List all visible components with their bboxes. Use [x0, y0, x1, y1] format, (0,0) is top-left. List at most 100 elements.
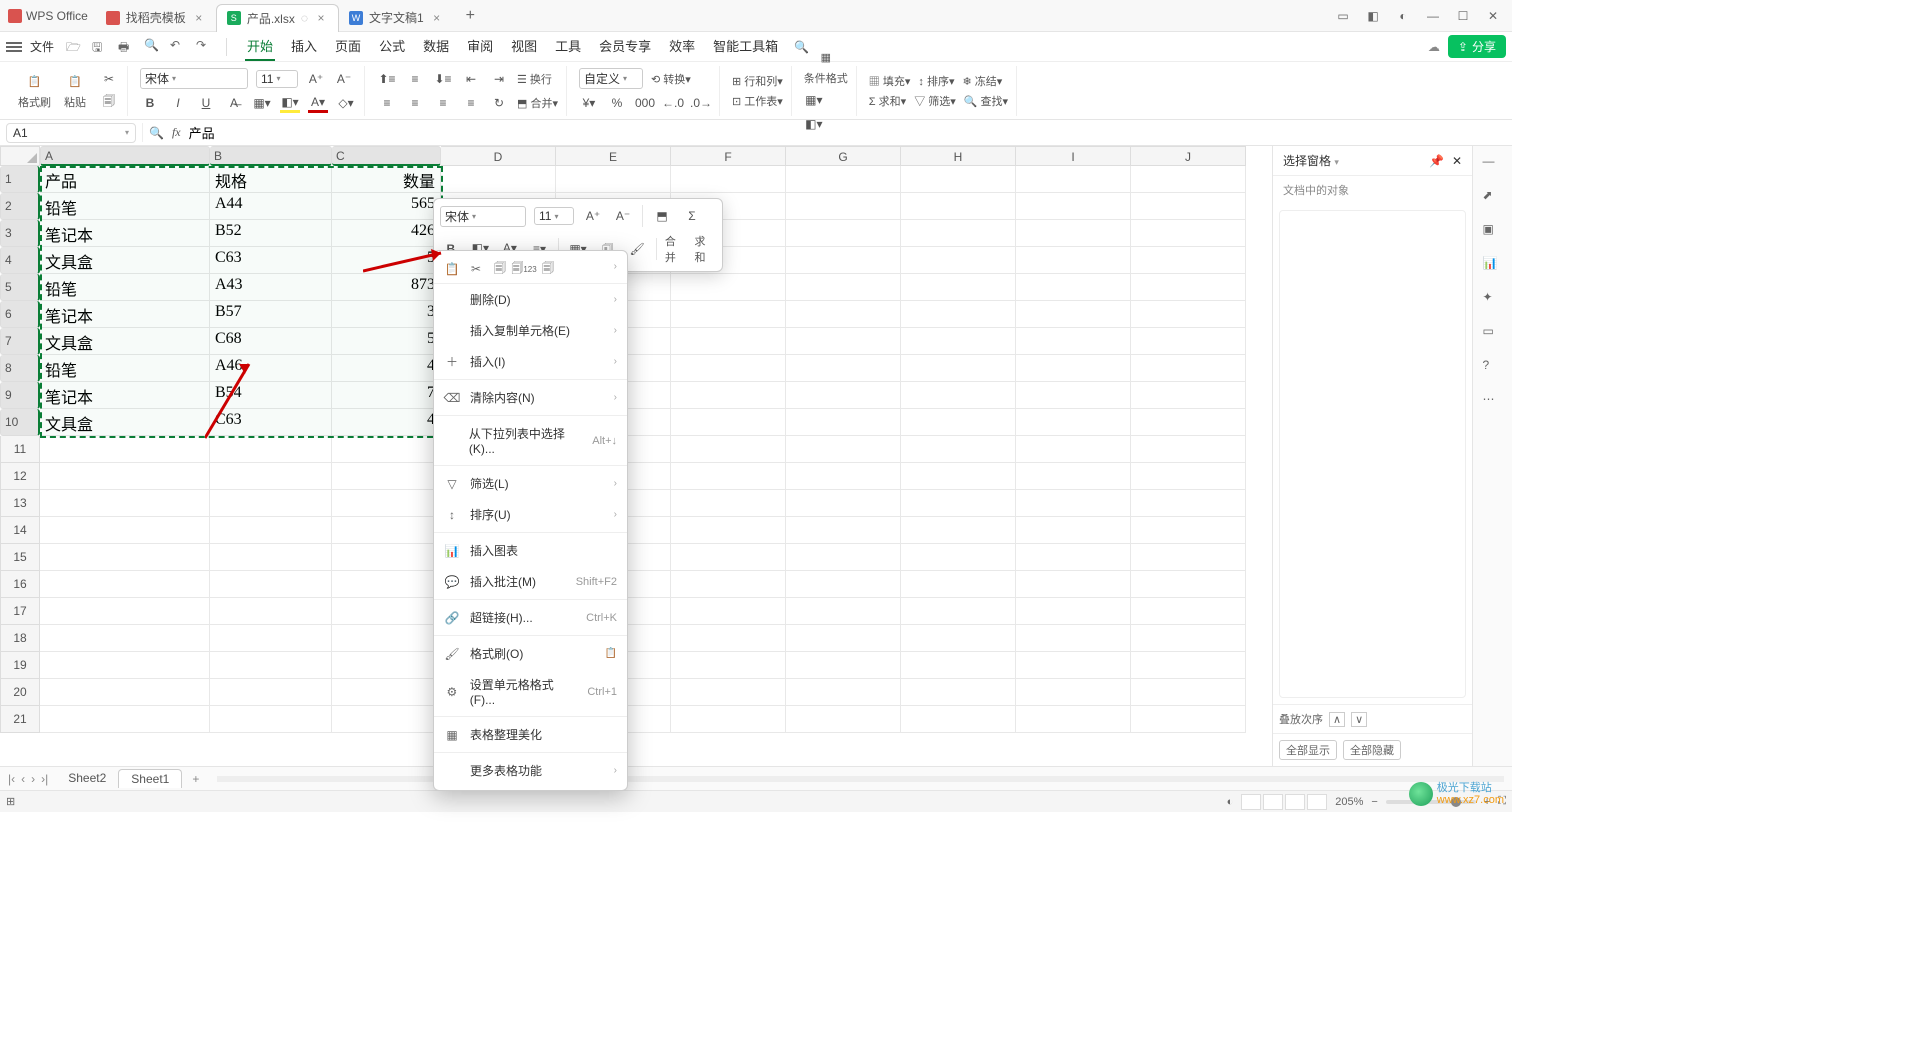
cell[interactable]	[332, 625, 441, 652]
merge-button[interactable]: ⬒ 合并▾	[517, 95, 558, 111]
mini-merge-icon[interactable]: ⬒	[651, 205, 673, 227]
align-justify-icon[interactable]: ≡	[461, 93, 481, 113]
select-tool-icon[interactable]: ⬈	[1483, 188, 1503, 208]
cell[interactable]	[671, 652, 786, 679]
ctx-cut-icon[interactable]: ✂	[468, 261, 484, 277]
ctx-item[interactable]: 更多表格功能›	[434, 755, 627, 786]
cell[interactable]	[40, 544, 210, 571]
cell[interactable]	[1131, 517, 1246, 544]
cell[interactable]	[671, 166, 786, 193]
cell[interactable]: C63	[210, 409, 332, 436]
cell[interactable]: 5	[332, 247, 441, 274]
move-up-icon[interactable]: ∧	[1329, 712, 1345, 727]
cell[interactable]	[786, 544, 901, 571]
cell[interactable]: 5	[332, 328, 441, 355]
minimize-button[interactable]: —	[1424, 9, 1442, 23]
menu-公式[interactable]: 公式	[377, 32, 407, 61]
cell[interactable]	[1016, 166, 1131, 193]
select-all-corner[interactable]	[0, 146, 40, 166]
sheet-nav-button[interactable]: |‹	[8, 772, 15, 786]
cell[interactable]	[901, 598, 1016, 625]
copy-icon[interactable]: 🗐	[99, 93, 119, 113]
cell[interactable]	[786, 193, 901, 220]
cell[interactable]: 426	[332, 220, 441, 247]
cell[interactable]	[1016, 463, 1131, 490]
cell[interactable]	[671, 571, 786, 598]
ctx-item[interactable]: 删除(D)›	[434, 284, 627, 315]
cell[interactable]	[671, 463, 786, 490]
cut-icon[interactable]: ✂	[99, 69, 119, 89]
cell[interactable]	[671, 328, 786, 355]
cell[interactable]	[901, 625, 1016, 652]
cell[interactable]	[1131, 706, 1246, 733]
cell[interactable]	[671, 598, 786, 625]
row-header[interactable]: 19	[0, 652, 40, 679]
cell[interactable]	[332, 544, 441, 571]
cell[interactable]	[671, 517, 786, 544]
zoom-out-button[interactable]: −	[1371, 796, 1377, 808]
ctx-item[interactable]: ▽筛选(L)›	[434, 468, 627, 499]
menu-插入[interactable]: 插入	[289, 32, 319, 61]
currency-icon[interactable]: ¥▾	[579, 93, 599, 113]
cell[interactable]	[1131, 409, 1246, 436]
freeze-button[interactable]: ❄ 冻结▾	[962, 73, 1002, 89]
cell[interactable]	[786, 490, 901, 517]
row-header[interactable]: 4	[0, 247, 40, 274]
row-header[interactable]: 3	[0, 220, 40, 247]
cell[interactable]	[1131, 382, 1246, 409]
mini-dec-font-icon[interactable]: A⁻	[612, 205, 634, 227]
cell[interactable]	[1016, 598, 1131, 625]
menu-智能工具箱[interactable]: 智能工具箱	[711, 32, 780, 61]
cell[interactable]	[40, 517, 210, 544]
cell[interactable]	[786, 301, 901, 328]
cell[interactable]	[1131, 436, 1246, 463]
cell[interactable]	[1016, 544, 1131, 571]
col-header[interactable]: B	[210, 146, 332, 166]
cell[interactable]	[1131, 328, 1246, 355]
sheet-tab[interactable]: Sheet1	[118, 769, 182, 788]
cloud-icon[interactable]: ☁	[1428, 40, 1440, 54]
align-top-icon[interactable]: ⬆≡	[377, 69, 397, 89]
cell[interactable]	[1016, 382, 1131, 409]
cell[interactable]	[1131, 301, 1246, 328]
cell[interactable]	[1016, 274, 1131, 301]
ctx-item[interactable]: 📊插入图表	[434, 535, 627, 566]
new-tab-button[interactable]: +	[454, 7, 487, 25]
font-name-select[interactable]: 宋体▾	[140, 68, 248, 89]
cell-style-icon[interactable]: ◧▾	[804, 114, 824, 134]
cell[interactable]	[671, 679, 786, 706]
number-format-select[interactable]: 自定义▾	[579, 68, 643, 89]
sheet-nav-button[interactable]: ‹	[21, 772, 25, 786]
underline-button[interactable]: U	[196, 93, 216, 113]
worksheet-button[interactable]: ⊡ 工作表▾	[732, 93, 783, 109]
cell[interactable]	[901, 409, 1016, 436]
cell[interactable]	[786, 571, 901, 598]
col-header[interactable]: H	[901, 146, 1016, 166]
col-header[interactable]: G	[786, 146, 901, 166]
cell[interactable]	[786, 382, 901, 409]
mini-brush-button[interactable]: 🖌	[626, 238, 648, 260]
row-header[interactable]: 5	[0, 274, 40, 301]
sheet-nav-button[interactable]: ›	[31, 772, 35, 786]
theme-icon[interactable]: ◐	[1227, 796, 1234, 808]
cell[interactable]	[786, 598, 901, 625]
cell[interactable]	[210, 436, 332, 463]
fx-icon[interactable]: fx	[172, 125, 181, 140]
cell[interactable]	[671, 436, 786, 463]
mini-font-select[interactable]: 宋体▾	[440, 206, 526, 227]
menu-审阅[interactable]: 审阅	[465, 32, 495, 61]
ctx-item[interactable]: 从下拉列表中选择(K)...Alt+↓	[434, 418, 627, 463]
file-tab[interactable]: S产品.xlsx◌×	[216, 4, 339, 32]
cell[interactable]	[786, 355, 901, 382]
menu-工具[interactable]: 工具	[553, 32, 583, 61]
cell[interactable]	[901, 220, 1016, 247]
cell[interactable]: 铅笔	[40, 355, 210, 382]
cell[interactable]: B54	[210, 382, 332, 409]
cell[interactable]	[332, 463, 441, 490]
cell[interactable]	[1016, 571, 1131, 598]
help-icon[interactable]: ?	[1483, 358, 1503, 378]
indent-inc-icon[interactable]: ⇥	[489, 69, 509, 89]
cell[interactable]	[1131, 220, 1246, 247]
ctx-copy-icon[interactable]: 📋	[444, 261, 460, 277]
format-painter-button[interactable]: 📋格式刷	[18, 72, 51, 110]
